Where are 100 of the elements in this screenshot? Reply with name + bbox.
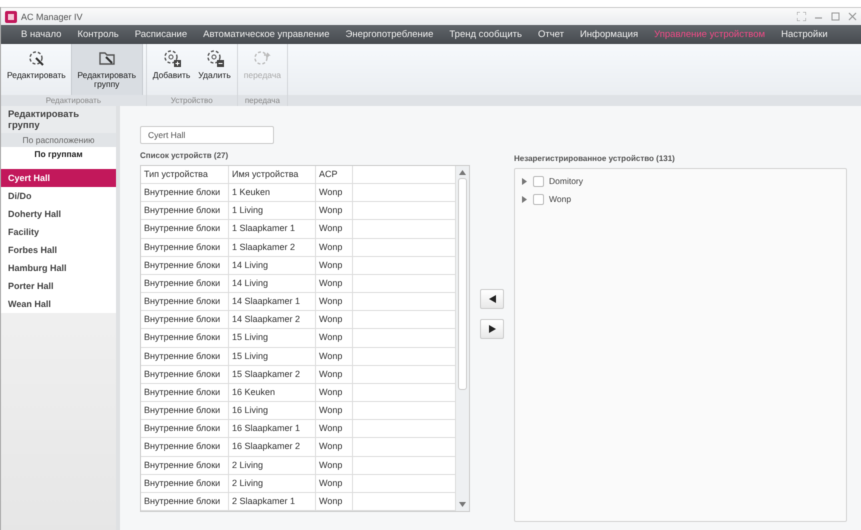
table-cell: Внутренние блоки — [141, 384, 229, 402]
view-tab[interactable]: По расположению — [1, 133, 116, 147]
caret-right-icon[interactable] — [521, 178, 528, 184]
close-icon[interactable] — [848, 12, 857, 21]
menu-item[interactable]: Настройки — [773, 29, 836, 40]
fullscreen-icon[interactable] — [797, 12, 806, 21]
table-cell: Внутренние блоки — [141, 238, 229, 256]
maximize-icon[interactable] — [831, 12, 840, 21]
table-cell: Wonp — [316, 492, 353, 510]
table-cell: Внутренние блоки — [141, 329, 229, 347]
table-cell: 14 Slaapkamer 1 — [229, 293, 316, 310]
table-cell: Wonp — [316, 311, 353, 328]
scrollbar[interactable] — [456, 166, 469, 511]
table-cell: Внутренние блоки — [141, 311, 229, 328]
table-cell: Wonp — [316, 220, 353, 238]
table-cell: 16 Keuken — [229, 384, 316, 402]
group-label: Устройство — [146, 95, 237, 106]
column-header[interactable]: ACP — [316, 166, 353, 184]
table-cell: Внутренние блоки — [141, 438, 229, 456]
section-title: Список устройств (27) — [140, 151, 230, 160]
table-cell: Wonp — [316, 474, 353, 492]
menu-item[interactable]: Информация — [572, 29, 646, 40]
group-label: передача — [238, 95, 288, 106]
column-header[interactable]: Тип устройства — [141, 166, 229, 184]
move-left-button[interactable] — [480, 289, 504, 309]
menu-item[interactable]: Контроль — [69, 29, 127, 40]
triangle-right-icon — [488, 325, 496, 333]
group-item[interactable]: Porter Hall — [1, 277, 116, 295]
group-item[interactable]: Doherty Hall — [1, 205, 116, 223]
ribbon-button[interactable]: Редактировать — [4, 44, 69, 95]
gear-pencil-icon — [27, 49, 46, 67]
group-item[interactable]: Wean Hall — [1, 295, 116, 313]
table-cell: 16 Living — [229, 402, 316, 420]
app-logo-icon — [5, 10, 17, 22]
table-cell: Wonp — [316, 438, 353, 456]
table-cell: Внутренние блоки — [141, 293, 229, 310]
menu-item[interactable]: Отчет — [530, 29, 572, 40]
scroll-thumb[interactable] — [458, 178, 467, 390]
table-cell: Внутренние блоки — [141, 348, 229, 365]
table-cell: 15 Slaapkamer 2 — [229, 366, 316, 383]
table-cell: Внутренние блоки — [141, 402, 229, 420]
table-cell: Wonp — [316, 256, 353, 274]
group-item[interactable]: Forbes Hall — [1, 241, 116, 259]
table-cell: Wonp — [316, 384, 353, 402]
table-cell: Внутренние блоки — [141, 474, 229, 492]
table-cell: Wonp — [316, 402, 353, 420]
table-cell: 1 Living — [229, 202, 316, 220]
table-cell: 1 Slaapkamer 2 — [229, 238, 316, 256]
tree-item[interactable]: Wonp — [549, 194, 572, 204]
scroll-down-icon[interactable] — [459, 502, 466, 507]
section-title: Незарегистрированное устройство (131) — [514, 154, 676, 163]
tree-item[interactable]: Domitory — [549, 176, 584, 186]
table-cell: Внутренние блоки — [141, 456, 229, 474]
table-cell: Wonp — [316, 238, 353, 256]
group-item[interactable]: Facility — [1, 223, 116, 241]
menu-item[interactable]: Автоматическое управление — [195, 29, 338, 40]
group-item[interactable]: Cyert Hall — [1, 169, 116, 187]
view-tab[interactable]: По группам — [1, 147, 116, 161]
table-cell: Внутренние блоки — [141, 256, 229, 274]
triangle-left-icon — [488, 295, 496, 303]
checkbox[interactable] — [533, 194, 544, 204]
table-cell: 1 Slaapkamer 1 — [229, 220, 316, 238]
table-cell: Wonp — [316, 420, 353, 438]
gear-minus-icon — [206, 49, 224, 67]
table-cell: Wonp — [316, 293, 353, 310]
table-cell: Wonp — [316, 348, 353, 365]
move-right-button[interactable] — [480, 319, 504, 339]
table-cell: 14 Living — [229, 274, 316, 292]
table-cell: Wonp — [316, 329, 353, 347]
menu-item[interactable]: В начало — [13, 29, 70, 40]
table-cell: 16 Slaapkamer 1 — [229, 420, 316, 438]
menu-item[interactable]: Тренд сообщить — [441, 29, 530, 40]
scroll-up-icon[interactable] — [459, 170, 466, 175]
table-cell: 16 Slaapkamer 2 — [229, 438, 316, 456]
table-cell: Внутренние блоки — [141, 220, 229, 238]
table-cell: 1 Keuken — [229, 184, 316, 202]
table-cell: Wonp — [316, 456, 353, 474]
table-cell: 2 Living — [229, 474, 316, 492]
column-header[interactable]: Имя устройства — [229, 166, 316, 184]
group-name-field[interactable]: Cyert Hall — [140, 126, 274, 144]
menu-item[interactable]: Расписание — [126, 29, 196, 40]
table-cell: 14 Slaapkamer 2 — [229, 311, 316, 328]
menu-item[interactable]: Энергопотребление — [338, 29, 442, 40]
table-cell: Внутренние блоки — [141, 274, 229, 292]
table-cell: 15 Living — [229, 348, 316, 365]
table-cell: Внутренние блоки — [141, 366, 229, 383]
caret-right-icon[interactable] — [521, 196, 528, 202]
table-cell: Внутренние блоки — [141, 184, 229, 202]
table-cell: Внутренние блоки — [141, 492, 229, 510]
table-cell: Wonp — [316, 274, 353, 292]
checkbox[interactable] — [533, 176, 544, 186]
table-cell: 14 Living — [229, 256, 316, 274]
table-cell: 15 Living — [229, 329, 316, 347]
ribbon-button[interactable]: Добавить — [150, 44, 194, 95]
table-cell: Wonp — [316, 202, 353, 220]
ribbon-button[interactable]: Удалить — [195, 44, 234, 95]
table-cell: Внутренние блоки — [141, 420, 229, 438]
group-item[interactable]: Hamburg Hall — [1, 259, 116, 277]
group-item[interactable]: Di/Do — [1, 187, 116, 205]
ribbon-button[interactable]: Редактировать группу — [70, 44, 143, 95]
